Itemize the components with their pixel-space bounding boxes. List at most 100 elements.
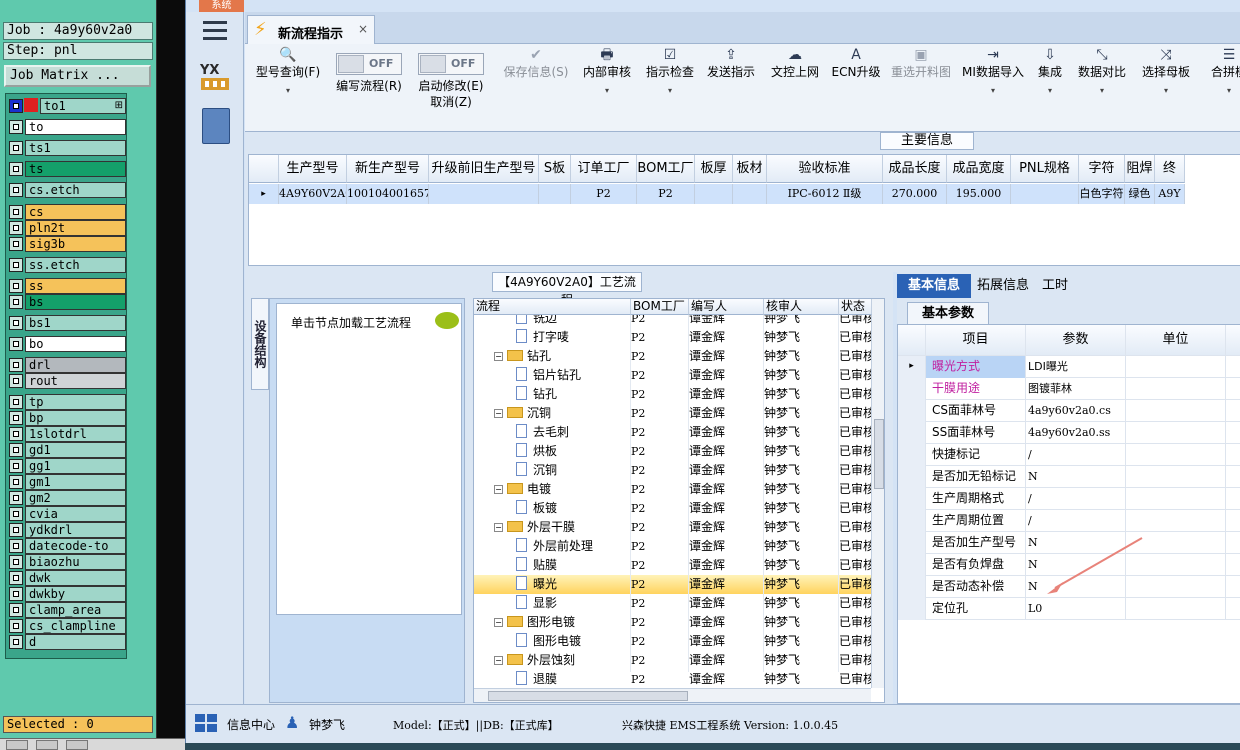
layer-row[interactable]: bo — [8, 336, 126, 352]
property-value[interactable]: 4a9y60v2a0.cs — [1026, 400, 1126, 422]
layer-checkbox[interactable] — [9, 539, 23, 553]
property-value[interactable]: LDI曝光 — [1026, 356, 1126, 378]
layer-checkbox[interactable] — [9, 619, 23, 633]
layer-row[interactable]: 1slotdrl — [8, 426, 126, 442]
layer-row[interactable]: drl — [8, 357, 126, 373]
collapse-icon[interactable]: − — [494, 656, 503, 665]
layer-checkbox[interactable] — [9, 475, 23, 489]
property-row[interactable]: 定位孔 L0 — [898, 598, 1240, 620]
tree-node[interactable]: − 外层干膜 P2 谭金辉 钟梦飞 已审核 — [474, 518, 871, 537]
property-row[interactable]: 生产周期位置 / — [898, 510, 1240, 532]
layer-row[interactable]: gm2 — [8, 490, 126, 506]
layer-checkbox[interactable] — [9, 258, 23, 272]
layer-checkbox[interactable] — [9, 337, 23, 351]
tree-node[interactable]: 打字唛 P2 谭金辉 钟梦飞 已审核 — [474, 328, 871, 347]
layer-checkbox[interactable] — [9, 571, 23, 585]
windows-icon[interactable] — [195, 714, 217, 732]
property-value[interactable]: L0 — [1026, 598, 1126, 620]
ribbon-button-0[interactable]: 🔍 型号查询(F) ▾ — [253, 46, 323, 128]
layer-row[interactable]: tp — [8, 394, 126, 410]
layer-row[interactable]: ydkdrl — [8, 522, 126, 538]
layer-checkbox[interactable] — [9, 395, 23, 409]
property-value[interactable]: N — [1026, 466, 1126, 488]
property-row[interactable]: ▸ 曝光方式 LDI曝光 — [898, 356, 1240, 378]
layer-checkbox[interactable] — [9, 443, 23, 457]
layer-row[interactable]: sig3b — [8, 236, 126, 252]
tree-node[interactable]: 板镀 P2 谭金辉 钟梦飞 已审核 — [474, 499, 871, 518]
tree-node[interactable]: 铣边 P2 谭金辉 钟梦飞 已审核 — [474, 309, 871, 328]
layer-checkbox[interactable] — [9, 205, 23, 219]
property-value[interactable]: / — [1026, 444, 1126, 466]
chevron-down-icon[interactable]: ▾ — [253, 86, 323, 95]
layer-row[interactable]: datecode-to — [8, 538, 126, 554]
ribbon-button-14[interactable]: ☰ 合拼模 ▾ — [1209, 46, 1240, 128]
tree-node[interactable]: 沉铜 P2 谭金辉 钟梦飞 已审核 — [474, 461, 871, 480]
layer-checkbox[interactable] — [9, 358, 23, 372]
chevron-down-icon[interactable]: ▾ — [642, 86, 698, 95]
collapse-icon[interactable]: − — [494, 352, 503, 361]
property-row[interactable]: 干膜用途 图镀菲林 — [898, 378, 1240, 400]
layer-checkbox[interactable] — [9, 221, 23, 235]
ribbon-button-10[interactable]: ⇥ MI数据导入 ▾ — [958, 46, 1028, 128]
ribbon-button-3[interactable]: ✔ 保存信息(S) — [500, 46, 572, 128]
layer-checkbox[interactable] — [9, 374, 23, 388]
table-row[interactable]: ▸4A9Y60V2A010010400165708 P2P2 IPC-6012 Ⅱ级… — [249, 184, 1185, 204]
tree-node[interactable]: − 沉铜 P2 谭金辉 钟梦飞 已审核 — [474, 404, 871, 423]
layer-checkbox[interactable] — [9, 237, 23, 251]
job-matrix-button[interactable]: Job Matrix ... — [4, 65, 151, 87]
property-value[interactable]: 4a9y60v2a0.ss — [1026, 422, 1126, 444]
layer-checkbox[interactable] — [9, 459, 23, 473]
property-row[interactable]: 是否加无铅标记 N — [898, 466, 1240, 488]
layer-row[interactable]: bs1 — [8, 315, 126, 331]
system-tab[interactable]: 系统 — [199, 0, 244, 12]
toggle-switch[interactable]: OFF — [418, 53, 484, 75]
property-row[interactable]: CS面菲林号 4a9y60v2a0.cs — [898, 400, 1240, 422]
tab-basic-info[interactable]: 基本信息 — [897, 274, 971, 298]
layer-row[interactable]: bp — [8, 410, 126, 426]
chevron-down-icon[interactable]: ▾ — [958, 86, 1028, 95]
ribbon-button-11[interactable]: ⇩ 集成 ▾ — [1032, 46, 1068, 128]
close-icon[interactable]: × — [358, 22, 368, 36]
layer-checkbox[interactable] — [9, 603, 23, 617]
ribbon-button-9[interactable]: ▣ 重选开料图 — [887, 46, 955, 128]
ribbon-button-7[interactable]: ☁ 文控上网 — [767, 46, 823, 128]
layer-checkbox[interactable] — [9, 555, 23, 569]
info-center-link[interactable]: 信息中心 — [227, 716, 275, 733]
layer-checkbox[interactable] — [9, 183, 23, 197]
tree-node[interactable]: − 电镀 P2 谭金辉 钟梦飞 已审核 — [474, 480, 871, 499]
layer-checkbox[interactable] — [9, 279, 23, 293]
layer-row[interactable]: cs.etch — [8, 182, 126, 198]
tree-node[interactable]: 贴膜 P2 谭金辉 钟梦飞 已审核 — [474, 556, 871, 575]
layer-checkbox[interactable] — [9, 587, 23, 601]
ribbon-button-5[interactable]: ☑ 指示检查 ▾ — [642, 46, 698, 128]
chevron-down-icon[interactable]: ▾ — [1136, 86, 1196, 95]
layer-row[interactable]: gg1 — [8, 458, 126, 474]
tree-node[interactable]: 铝片钻孔 P2 谭金辉 钟梦飞 已审核 — [474, 366, 871, 385]
ribbon-button-13[interactable]: ⤨ 选择母板 ▾ — [1136, 46, 1196, 128]
tree-node[interactable]: − 图形电镀 P2 谭金辉 钟梦飞 已审核 — [474, 613, 871, 632]
app-logo-icon[interactable]: YX — [199, 60, 231, 92]
tree-node[interactable]: 烘板 P2 谭金辉 钟梦飞 已审核 — [474, 442, 871, 461]
layer-checkbox[interactable] — [9, 427, 23, 441]
layer-checkbox[interactable] — [9, 162, 23, 176]
ribbon-button-2[interactable]: OFF 启动修改(E) 取消(Z) — [415, 46, 487, 128]
tab-new-process[interactable]: ⚡ 新流程指示 × — [247, 15, 375, 44]
collapse-icon[interactable]: − — [494, 409, 503, 418]
layer-checkbox[interactable] — [9, 635, 23, 649]
chevron-down-icon[interactable]: ▾ — [1032, 86, 1068, 95]
layer-row[interactable]: to1 ⊞ — [8, 98, 126, 114]
tool-button[interactable] — [66, 740, 88, 750]
layer-checkbox[interactable] — [9, 523, 23, 537]
layer-row[interactable]: ts1 — [8, 140, 126, 156]
horizontal-scrollbar[interactable] — [474, 688, 871, 702]
tree-node[interactable]: 退膜 P2 谭金辉 钟梦飞 已审核 — [474, 670, 871, 688]
layer-checkbox[interactable] — [9, 141, 23, 155]
layer-row[interactable]: to — [8, 119, 126, 135]
layer-checkbox[interactable] — [9, 120, 23, 134]
chevron-down-icon[interactable]: ▾ — [1209, 86, 1240, 95]
calculator-icon[interactable] — [202, 108, 230, 144]
tab-work-hours[interactable]: 工时 — [1035, 274, 1075, 298]
layer-row[interactable]: ts — [8, 161, 126, 177]
tab-extended-info[interactable]: 拓展信息 — [971, 274, 1035, 298]
layer-row[interactable]: rout — [8, 373, 126, 389]
